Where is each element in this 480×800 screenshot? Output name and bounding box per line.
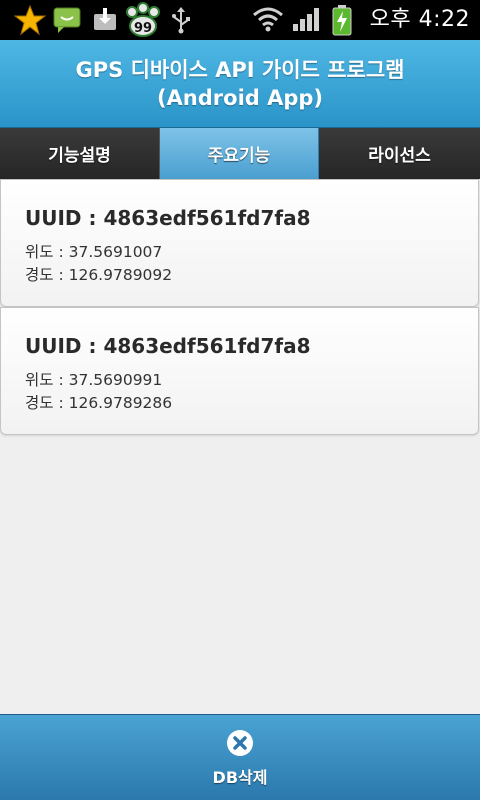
paw-icon[interactable]: 99 xyxy=(124,2,162,38)
app-title-line2: (Android App) xyxy=(156,85,324,110)
wifi-icon xyxy=(252,6,284,32)
battery-charging-icon xyxy=(332,4,352,36)
chat-icon[interactable] xyxy=(52,5,82,35)
item-longitude: 경도 : 126.9789286 xyxy=(25,394,173,412)
item-uuid: UUID : 4863edf561fd7fa8 xyxy=(25,206,311,230)
tab-main-features[interactable]: 주요기능 xyxy=(160,128,319,179)
delete-icon xyxy=(225,728,255,758)
list-item[interactable]: UUID : 4863edf561fd7fa8 위도 : 37.5690991 … xyxy=(0,307,479,435)
item-uuid: UUID : 4863edf561fd7fa8 xyxy=(25,334,311,358)
item-longitude: 경도 : 126.9789092 xyxy=(25,266,173,284)
db-delete-button[interactable]: DB삭제 xyxy=(0,714,480,800)
list-item[interactable]: UUID : 4863edf561fd7fa8 위도 : 37.5691007 … xyxy=(0,179,479,307)
star-icon[interactable] xyxy=(14,4,46,36)
app-header: GPS 디바이스 API 가이드 프로그램 (Android App) xyxy=(0,40,480,128)
signal-icon xyxy=(292,6,320,32)
notification-count: 99 xyxy=(134,21,152,36)
tab-license[interactable]: 라이선스 xyxy=(319,128,480,179)
status-time: 오후 4:22 xyxy=(369,7,470,32)
usb-icon xyxy=(170,6,192,34)
download-icon[interactable] xyxy=(92,6,118,32)
tab-feature-description[interactable]: 기능설명 xyxy=(0,128,160,179)
app-title-line1: GPS 디바이스 API 가이드 프로그램 xyxy=(75,57,405,82)
item-latitude: 위도 : 37.5691007 xyxy=(25,243,163,261)
tab-bar: 기능설명 주요기능 라이선스 xyxy=(0,128,480,179)
db-delete-label: DB삭제 xyxy=(212,767,268,787)
status-bar: 99 오후 4:22 xyxy=(0,0,480,40)
item-latitude: 위도 : 37.5690991 xyxy=(25,371,163,389)
